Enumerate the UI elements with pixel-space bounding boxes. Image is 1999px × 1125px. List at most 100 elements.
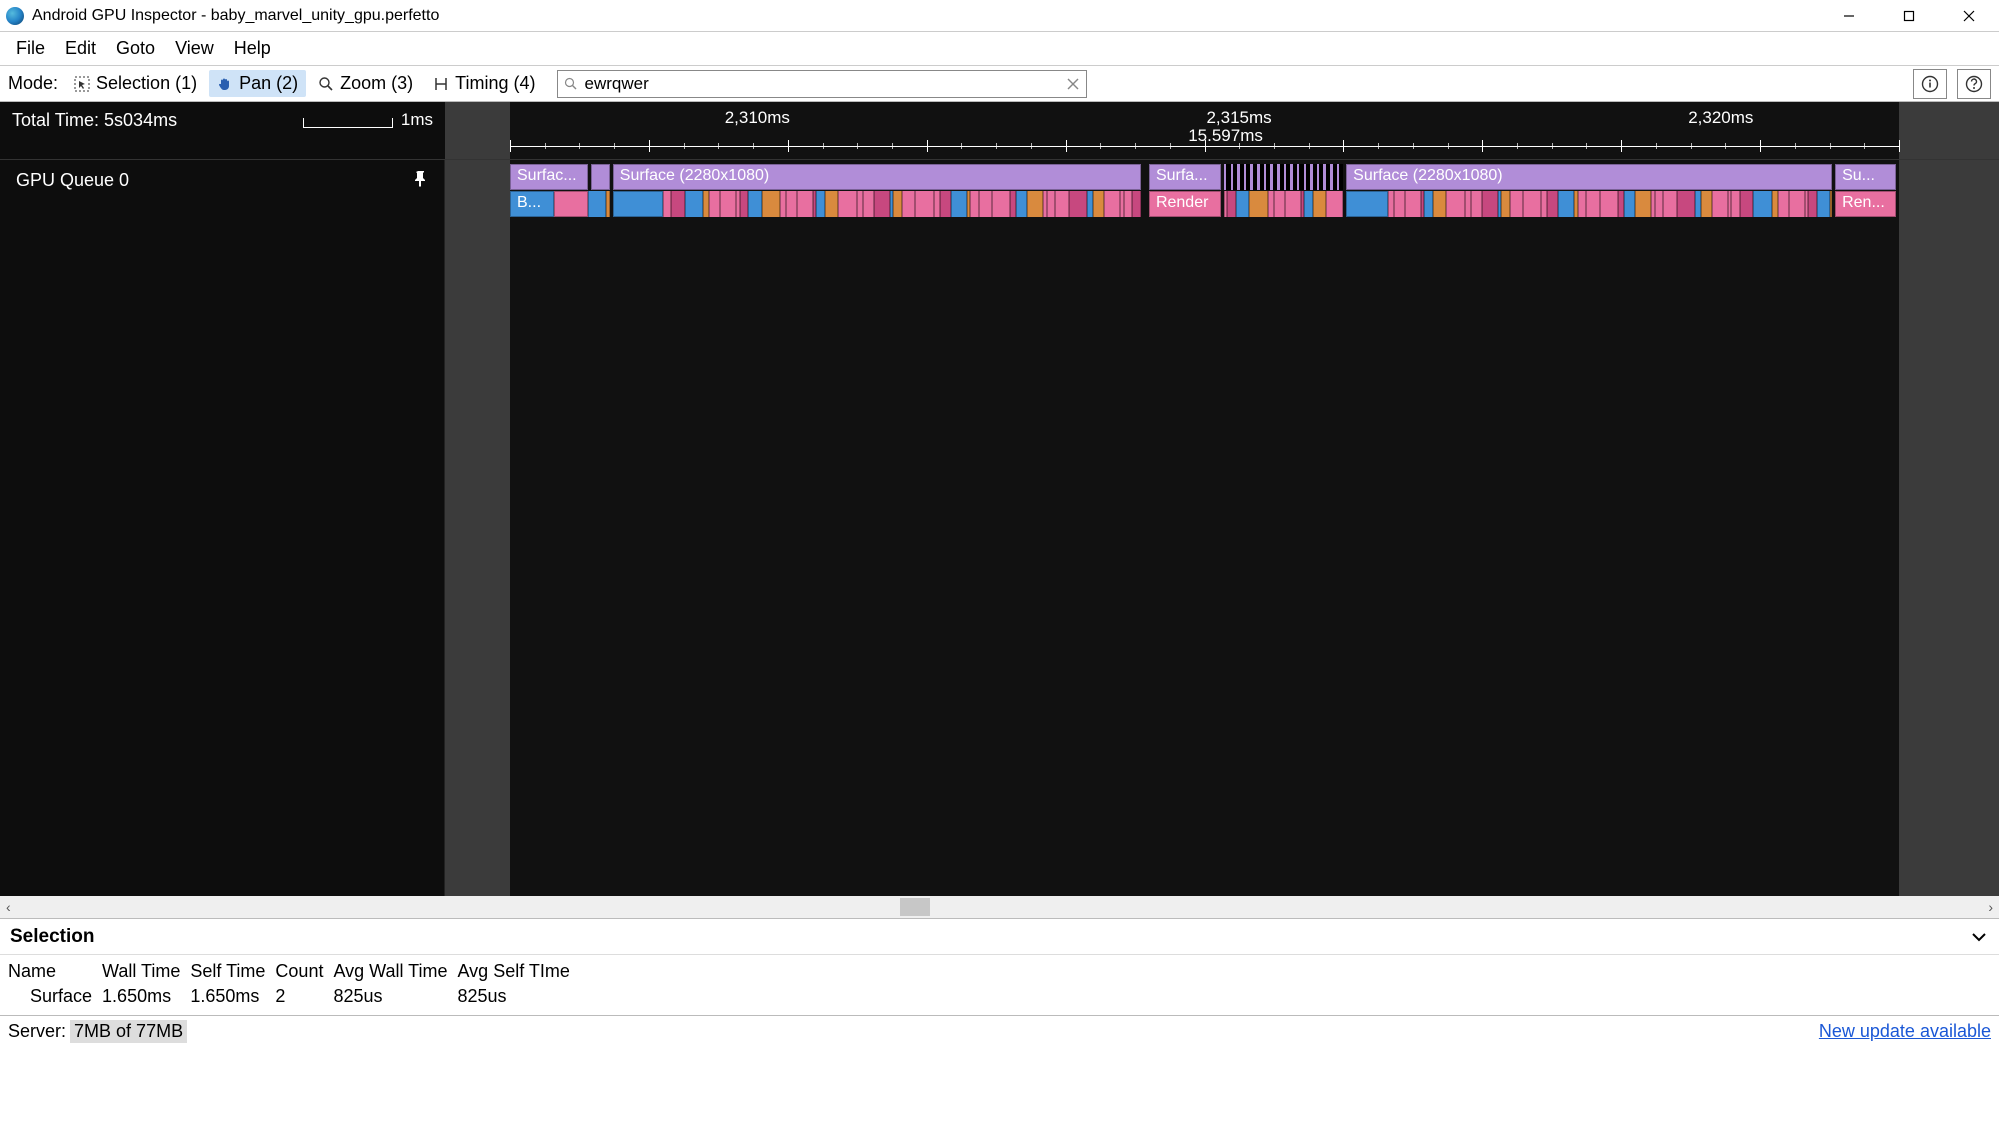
slice-sub[interactable] [1624,191,1635,217]
update-link[interactable]: New update available [1819,1021,1991,1042]
scroll-thumb[interactable] [900,898,930,916]
minimize-button[interactable] [1819,0,1879,31]
menu-view[interactable]: View [165,34,224,63]
slice-sub[interactable] [1778,191,1789,217]
slice-sub[interactable] [671,191,684,217]
search-box[interactable] [557,70,1087,98]
slice-sub[interactable] [1740,191,1753,217]
slice-sub[interactable] [797,191,813,217]
slice-sub[interactable] [1055,191,1068,217]
slice-sub[interactable] [1313,191,1326,217]
slice-sub[interactable] [1285,191,1301,217]
timeline-ruler[interactable]: 15.597ms 2,310ms2,315ms2,320ms [445,102,1999,160]
slice-sub[interactable] [709,191,720,217]
maximize-button[interactable] [1879,0,1939,31]
slice-sub[interactable] [1600,191,1618,217]
slice-sub[interactable] [992,191,1010,217]
slice-surface[interactable] [591,164,610,190]
slice-sub[interactable] [1236,191,1249,217]
slice-surface[interactable]: Surface (2280x1080) [1346,164,1832,190]
scroll-right-icon[interactable]: › [1988,899,1993,915]
slice-sub[interactable] [979,191,992,217]
slice-sub[interactable] [748,191,761,217]
slice-sub[interactable] [1016,191,1027,217]
close-button[interactable] [1939,0,1999,31]
clear-search-icon[interactable] [1066,77,1080,91]
slice-sub[interactable] [685,191,703,217]
pin-icon[interactable] [414,170,428,188]
slice-surface[interactable]: Surfac... [510,164,588,190]
slice-sub[interactable] [1578,191,1586,217]
slice-sub[interactable] [1326,191,1343,217]
menu-edit[interactable]: Edit [55,34,106,63]
slice-sub[interactable] [902,191,915,217]
slice-sub[interactable] [816,191,824,217]
slice-sub[interactable] [1635,191,1651,217]
mode-timing[interactable]: Timing (4) [425,70,543,97]
selection-row[interactable]: Surface 1.650ms 1.650ms 2 825us 825us [8,984,580,1009]
slice-render[interactable] [613,191,663,217]
slice-render[interactable] [554,191,587,217]
slice-sub[interactable] [1701,191,1712,217]
mode-selection[interactable]: Selection (1) [66,70,205,97]
info-button[interactable] [1913,69,1947,99]
slice-sub[interactable] [588,191,606,217]
slice-sub[interactable] [1547,191,1558,217]
slice-sub[interactable] [606,191,610,217]
search-input[interactable] [584,74,1066,94]
slice-sub[interactable] [1482,191,1498,217]
slice-sub[interactable] [1132,191,1140,217]
timeline-hscroll[interactable]: ‹ › [0,896,1999,918]
menu-goto[interactable]: Goto [106,34,165,63]
slice-sub[interactable] [863,191,874,217]
menu-file[interactable]: File [6,34,55,63]
menu-help[interactable]: Help [224,34,281,63]
slice-sub[interactable] [951,191,967,217]
slice-surface[interactable]: Su... [1835,164,1896,190]
slice-sub[interactable] [915,191,933,217]
slice-sub[interactable] [1093,191,1104,217]
slice-sub[interactable] [1394,191,1405,217]
slice-sub[interactable] [762,191,780,217]
slice-sub[interactable] [1789,191,1805,217]
slice-sub[interactable] [1446,191,1464,217]
slice-render[interactable]: Ren... [1835,191,1896,217]
slice-sub[interactable] [1124,191,1132,217]
slice-sub[interactable] [825,191,838,217]
slice-sub[interactable] [1027,191,1043,217]
slice-sub[interactable] [1753,191,1771,217]
slice-sub[interactable] [1677,191,1695,217]
slice-sub[interactable] [1663,191,1676,217]
slice-sub[interactable] [874,191,890,217]
slice-render[interactable] [1346,191,1388,217]
slice-sub[interactable] [1433,191,1446,217]
slice-sub[interactable] [663,191,671,217]
mode-pan[interactable]: Pan (2) [209,70,306,97]
slice-sub[interactable] [1558,191,1574,217]
slice-sub[interactable] [786,191,797,217]
selection-header[interactable]: Selection [0,919,1999,955]
slice-sub[interactable] [1655,191,1663,217]
slice-sub[interactable] [1047,191,1055,217]
slice-sub[interactable] [970,191,978,217]
slice-render[interactable]: B... [510,191,554,217]
slice-sub[interactable] [1586,191,1599,217]
slice-sub[interactable] [1249,191,1267,217]
help-button[interactable] [1957,69,1991,99]
slice-surface[interactable]: Surfa... [1149,164,1221,190]
slice-sub[interactable] [838,191,856,217]
slice-sub[interactable] [1712,191,1728,217]
slice-sub[interactable] [720,191,736,217]
slice-sub[interactable] [1510,191,1523,217]
slice-surface[interactable]: Surface (2280x1080) [613,164,1141,190]
track-label[interactable]: GPU Queue 0 [0,160,445,896]
slice-sub[interactable] [1808,191,1816,217]
slice-sub[interactable] [1274,191,1285,217]
chevron-down-icon[interactable] [1969,927,1989,947]
slice-sub[interactable] [1304,191,1312,217]
slice-sub[interactable] [1424,191,1432,217]
slice-sub[interactable] [1731,191,1739,217]
slice-sub[interactable] [740,191,748,217]
slice-sub[interactable] [1501,191,1509,217]
slice-sub[interactable] [1227,191,1235,217]
